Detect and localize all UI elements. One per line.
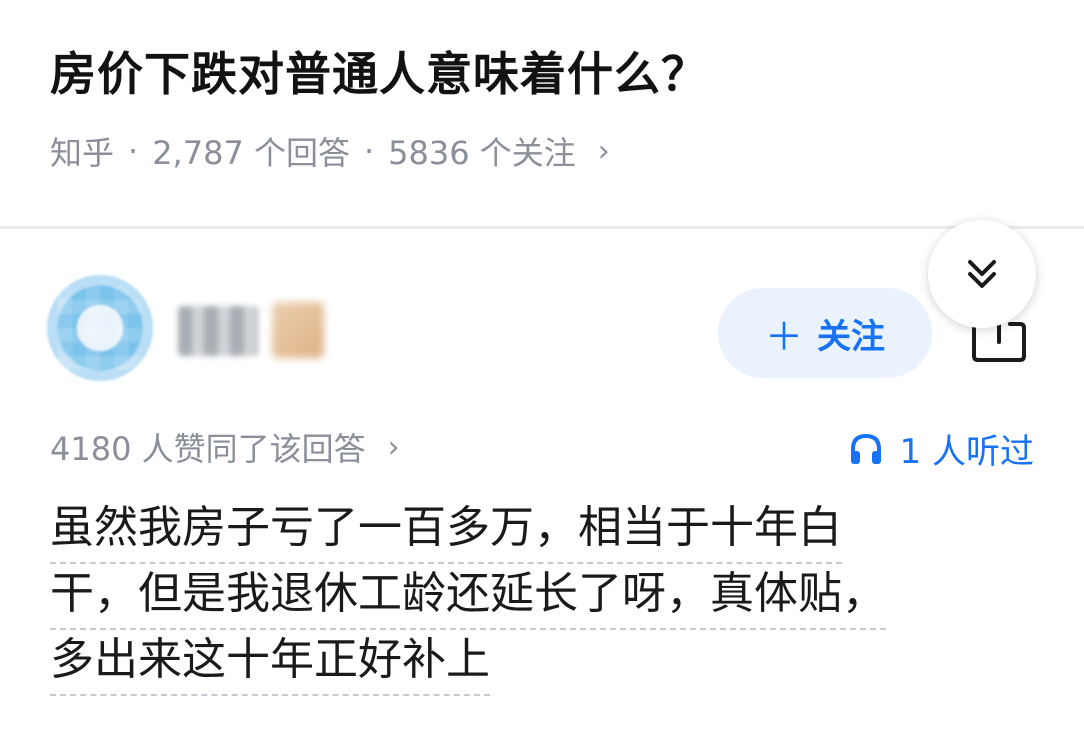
question-meta[interactable]: 知乎 · 2,787 个回答 · 5836 个关注 › [50, 128, 610, 174]
zhihu-answer-page: 房价下跌对普通人意味着什么？ 知乎 · 2,787 个回答 · 5836 个关注… [0, 0, 1084, 748]
author-name-blurred[interactable] [178, 306, 258, 356]
upvote-text: 4180 人赞同了该回答 [50, 430, 366, 468]
answer-count: 2,787 个回答 [152, 134, 350, 172]
follow-label: 关注 [817, 316, 885, 357]
collapse-button[interactable] [928, 220, 1036, 328]
answer-line: 虽然我房子亏了一百多万，相当于十年白 [50, 496, 842, 564]
chevron-right-icon: › [597, 133, 610, 169]
listen-button[interactable]: 1 人听过 [848, 424, 1034, 473]
answer-body[interactable]: 虽然我房子亏了一百多万，相当于十年白 干，但是我退休工龄还延长了呀，真体贴， 多… [50, 496, 1050, 696]
avatar[interactable] [38, 266, 162, 390]
meta-separator: · [128, 132, 139, 170]
listen-count: 1 人听过 [899, 432, 1034, 472]
follower-count: 5836 个关注 [388, 134, 576, 172]
question-title[interactable]: 房价下跌对普通人意味着什么？ [50, 38, 708, 104]
source-label: 知乎 [50, 134, 115, 172]
author-badge-blurred [272, 302, 324, 358]
plus-icon: ＋ [764, 314, 803, 359]
meta-separator: · [363, 132, 375, 170]
answer-line: 多出来这十年正好补上 [50, 628, 490, 696]
answer-line: 干，但是我退休工龄还延长了呀，真体贴， [50, 562, 886, 630]
follow-button[interactable]: ＋ 关注 [718, 288, 932, 378]
headphones-icon [850, 433, 881, 464]
section-divider [0, 226, 1084, 229]
upvote-info[interactable]: 4180 人赞同了该回答 › [50, 424, 400, 470]
chevron-right-icon: › [387, 429, 400, 465]
double-chevron-down-icon [968, 260, 996, 288]
